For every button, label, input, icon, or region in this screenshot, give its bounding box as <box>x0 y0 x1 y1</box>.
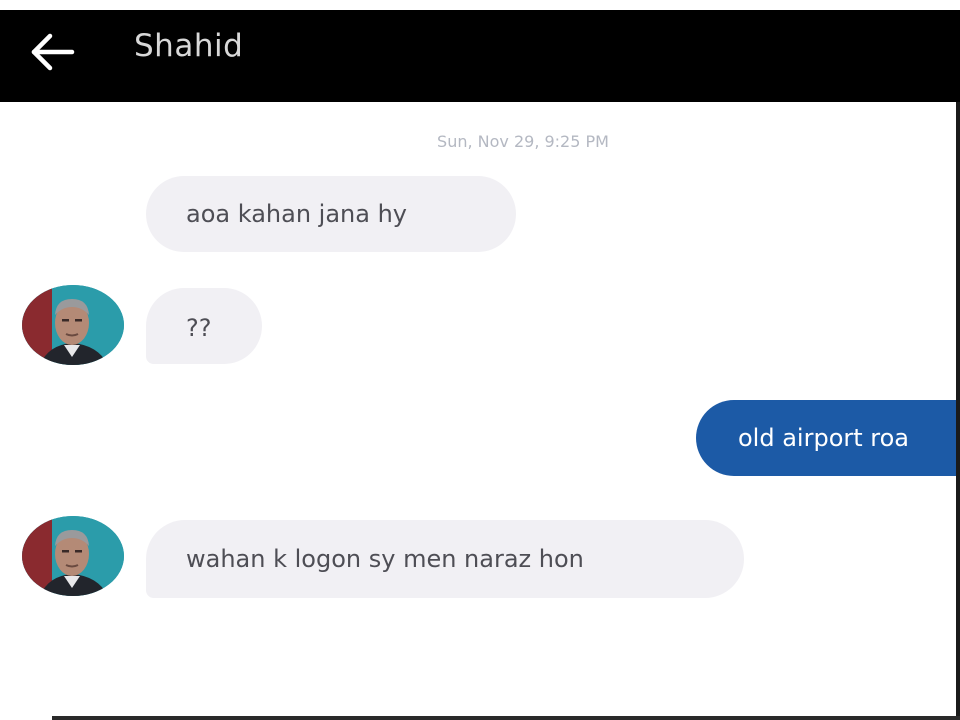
incoming-message[interactable]: ?? <box>146 288 262 364</box>
incoming-message[interactable]: aoa kahan jana hy <box>146 176 516 252</box>
profile-photo <box>22 516 124 596</box>
top-border <box>0 0 960 10</box>
back-button[interactable] <box>26 30 80 74</box>
chat-screen: Shahid Sun, Nov 29, 9:25 PM aoa kahan ja… <box>0 0 960 720</box>
avatar[interactable] <box>22 516 124 596</box>
arrow-left-icon <box>31 33 75 71</box>
chat-header: Shahid <box>0 10 960 102</box>
contact-name[interactable]: Shahid <box>134 28 243 64</box>
message-timestamp: Sun, Nov 29, 9:25 PM <box>437 132 609 151</box>
avatar[interactable] <box>22 285 124 365</box>
incoming-message[interactable]: wahan k logon sy men naraz hon <box>146 520 744 598</box>
outgoing-message[interactable]: old airport roa <box>696 400 960 476</box>
right-border <box>956 102 960 720</box>
bottom-border <box>52 716 960 720</box>
profile-photo <box>22 285 124 365</box>
